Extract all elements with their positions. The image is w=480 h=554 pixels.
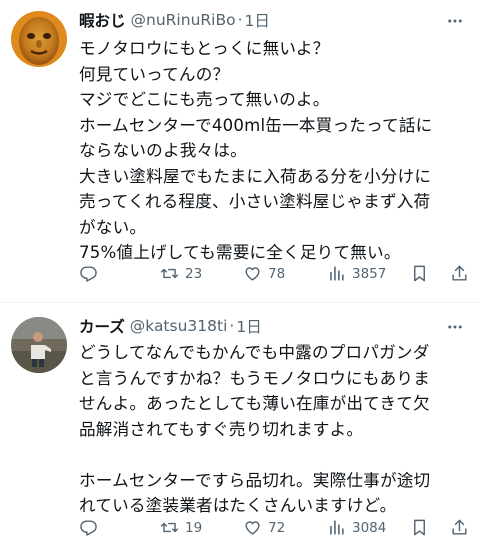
bookmark-button[interactable] (410, 264, 435, 283)
views-icon (330, 520, 344, 535)
tweet-line: 75%値上げしても需要に全く足りて無い。 (79, 243, 401, 262)
like-button[interactable]: 72 (243, 518, 285, 537)
like-count: 78 (268, 265, 286, 282)
user-handle[interactable]: @nuRinuRiBo (131, 11, 236, 29)
separator: · (229, 317, 235, 335)
tweet-header: カーズ @katsu318ti · 1日 (79, 315, 262, 337)
timestamp[interactable]: 1日 (236, 315, 261, 337)
retweet-button[interactable]: 19 (160, 518, 202, 537)
action-bar: 19 72 3084 (0, 518, 480, 542)
share-icon (452, 519, 467, 535)
retweet-count: 23 (185, 265, 203, 282)
tweet-line: モノタロウにもとっくに無いよ？ (79, 39, 330, 58)
tweet-1: 暇おじ @nuRinuRiBo · 1日 モノタロウにもとっくに無いよ？ 何見て… (0, 0, 480, 300)
avatar[interactable] (11, 317, 67, 373)
tweet-line: 何見ていってんの？ (79, 64, 230, 84)
bookmark-icon (414, 519, 425, 536)
views-button[interactable]: 3084 (327, 518, 386, 537)
retweet-button[interactable]: 23 (160, 264, 202, 283)
tweet-text: どうしてなんでもかんでも中露のプロパガンダ と言うんですかね？もうモノタロウにも… (79, 340, 471, 519)
like-count: 72 (268, 519, 286, 536)
tweet-line: 品解消されてもすぐ売り切れますよ。 (79, 419, 364, 439)
display-name[interactable]: カーズ (79, 315, 125, 337)
retweet-count: 19 (185, 519, 203, 536)
views-icon (330, 266, 344, 281)
tweet-line: れている塗装業者はたくさんいますけど。 (79, 496, 397, 515)
display-name[interactable]: 暇おじ (79, 9, 126, 31)
like-button[interactable]: 78 (243, 264, 285, 283)
like-icon (245, 267, 260, 281)
views-button[interactable]: 3857 (327, 264, 386, 283)
views-count: 3084 (352, 519, 387, 536)
reply-button[interactable] (79, 518, 104, 537)
more-icon[interactable] (444, 10, 466, 32)
avatar[interactable] (11, 11, 67, 67)
views-count: 3857 (352, 265, 387, 282)
share-button[interactable] (450, 264, 475, 283)
tweet-line (79, 442, 471, 468)
tweet-header: 暇おじ @nuRinuRiBo · 1日 (79, 9, 270, 31)
retweet-icon (160, 268, 179, 279)
reply-button[interactable] (79, 264, 104, 283)
tweet-line: ホームセンターで400ml缶一本買ったって話に (79, 115, 433, 135)
tweet-line: 売ってくれる程度、小さい塗料屋じゃまず入荷 (79, 192, 431, 211)
more-icon[interactable] (444, 316, 466, 338)
tweet-2: カーズ @katsu318ti · 1日 どうしてなんでもかんでも中露のプロパガ… (0, 303, 480, 554)
reply-icon (80, 520, 97, 536)
tweet-line: ならないのよ我々は。 (79, 141, 247, 160)
retweet-icon (160, 522, 179, 533)
user-handle[interactable]: @katsu318ti (130, 317, 228, 335)
bookmark-button[interactable] (410, 518, 435, 537)
tweet-line: と言うんですかね？もうモノタロウにもありま (79, 368, 431, 388)
tweet-line: マジでどこにも売って無いのよ。 (79, 90, 330, 109)
like-icon (245, 521, 260, 535)
share-icon (452, 265, 467, 281)
share-button[interactable] (450, 518, 475, 537)
tweet-line: ホームセンターですら品切れ。実際仕事が途切 (79, 470, 431, 490)
bookmark-icon (414, 265, 425, 282)
tweet-line: せんよ。あったとしても薄い在庫が出てきて欠 (79, 394, 430, 413)
tweet-line: どうしてなんでもかんでも中露のプロパガンダ (79, 343, 430, 362)
tweet-line: 大きい塗料屋でもたまに入荷ある分を小分けに (79, 166, 432, 186)
action-bar: 23 78 3857 (0, 264, 480, 288)
timestamp[interactable]: 1日 (245, 9, 270, 31)
tweet-line: がない。 (79, 217, 147, 237)
separator: · (237, 11, 243, 29)
tweet-text: モノタロウにもとっくに無いよ？ 何見ていってんの？ マジでどこにも売って無いのよ… (79, 36, 471, 266)
reply-icon (80, 266, 97, 282)
